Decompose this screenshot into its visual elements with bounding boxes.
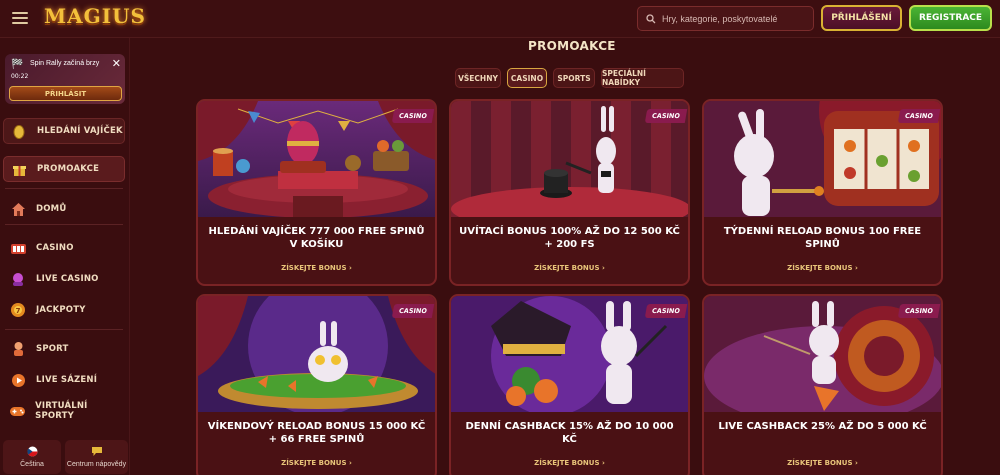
live-bet-icon [9,371,27,389]
card-title: TÝDENNÍ RELOAD BONUS 100 FREE SPINŮ [723,226,922,250]
sidebar-item-label: DOMŮ [36,204,67,214]
get-bonus-link[interactable]: ZÍSKEJTE BONUS › [704,459,941,467]
sidebar-item-label: SPORT [36,344,69,354]
page-title: PROMOAKCE [528,39,616,53]
logo[interactable]: MAGIUS [44,4,146,28]
sidebar-item-home[interactable]: DOMŮ [3,196,125,222]
cta-label: ZÍSKEJTE BONUS [281,459,347,467]
promo-card-live-cashback[interactable]: CASINO LIVE CASHBACK 25% AŽ DO 5 000 KČ … [702,294,943,475]
gamepad-icon [9,402,26,420]
sidebar-item-sport[interactable]: SPORT [3,336,125,362]
slot-icon [9,239,27,257]
card-title: HLEDÁNÍ VAJÍČEK 777 000 FREE SPINŮ V KOŠ… [208,226,425,250]
casino-tag: CASINO [897,304,941,318]
cta-label: ZÍSKEJTE BONUS [787,264,853,272]
menu-icon[interactable] [12,12,28,24]
svg-text:7: 7 [16,307,21,315]
login-button[interactable]: PŘIHLÁŠENÍ [821,5,902,31]
chevron-right-icon: › [348,459,352,467]
sidebar-item-casino[interactable]: CASINO [3,235,125,261]
chat-icon [91,446,103,459]
cta-label: ZÍSKEJTE BONUS [787,459,853,467]
filter-all[interactable]: VŠECHNY [455,68,501,88]
sidebar-item-label: LIVE CASINO [36,274,99,284]
chevron-right-icon: › [348,264,352,272]
register-button[interactable]: REGISTRACE [909,5,992,31]
sport-icon [9,340,27,358]
filter-special-offers[interactable]: SPECIÁLNÍ NABÍDKY [601,68,684,88]
card-title: DENNÍ CASHBACK 15% AŽ DO 10 000 KČ [465,421,674,445]
chevron-right-icon: › [854,264,858,272]
cta-label: ZÍSKEJTE BONUS [534,459,600,467]
casino-tag: CASINO [391,109,435,123]
banner-timer: 00:22 [11,73,29,80]
promo-card-egg-hunt[interactable]: CASINO HLEDÁNÍ VAJÍČEK 777 000 FREE SPIN… [196,99,437,286]
banner-title: Spin Rally začíná brzy [30,60,100,67]
search-icon [646,13,656,23]
sidebar-item-label: JACKPOTY [36,305,86,315]
card-title: VÍKENDOVÝ RELOAD BONUS 15 000 KČ + 66 FR… [207,421,426,445]
jackpot-icon: 7 [9,301,27,319]
sidebar-item-live-betting[interactable]: LIVE SÁZENÍ [3,367,125,393]
checkered-flag-icon: 🏁 [11,59,24,70]
chevron-right-icon: › [601,264,605,272]
sidebar-item-live-casino[interactable]: LIVE CASINO [3,266,125,292]
banner-login-button[interactable]: PŘIHLÁSIT [9,86,122,101]
casino-tag: CASINO [391,304,435,318]
card-title: UVÍTACÍ BONUS 100% AŽ DO 12 500 KČ + 200… [459,226,680,250]
get-bonus-link[interactable]: ZÍSKEJTE BONUS › [704,264,941,272]
sidebar-item-egg-hunt[interactable]: HLEDÁNÍ VAJÍČEK [3,118,125,144]
cta-label: ZÍSKEJTE BONUS [534,264,600,272]
get-bonus-link[interactable]: ZÍSKEJTE BONUS › [198,264,435,272]
language-selector[interactable]: Čeština [3,440,61,474]
help-center-button[interactable]: Centrum nápovědy [65,440,128,474]
top-bar: MAGIUS PŘIHLÁŠENÍ REGISTRACE [0,0,1000,38]
sidebar-item-label: LIVE SÁZENÍ [36,375,98,385]
help-label: Centrum nápovědy [66,461,127,468]
get-bonus-link[interactable]: ZÍSKEJTE BONUS › [198,459,435,467]
get-bonus-link[interactable]: ZÍSKEJTE BONUS › [451,459,688,467]
divider [5,188,123,189]
casino-tag: CASINO [644,304,688,318]
filter-sports[interactable]: SPORTS [553,68,595,88]
card-title: LIVE CASHBACK 25% AŽ DO 5 000 KČ [718,421,927,432]
divider [5,329,123,330]
close-icon[interactable]: ✕ [112,57,121,70]
gift-icon [10,160,28,178]
casino-tag: CASINO [644,109,688,123]
search-input[interactable] [662,13,802,24]
spin-rally-banner[interactable]: 🏁 Spin Rally začíná brzy 00:22 ✕ PŘIHLÁS… [5,54,125,104]
sidebar: 🏁 Spin Rally začíná brzy 00:22 ✕ PŘIHLÁS… [0,38,130,475]
sidebar-item-jackpots[interactable]: 7 JACKPOTY [3,297,125,323]
egg-icon [10,122,28,140]
home-icon [9,200,27,218]
sidebar-item-label: CASINO [36,243,74,253]
promo-card-daily-cashback[interactable]: CASINO DENNÍ CASHBACK 15% AŽ DO 10 000 K… [449,294,690,475]
sidebar-item-label: HLEDÁNÍ VAJÍČEK [37,126,123,136]
filter-casino[interactable]: CASINO [507,68,547,88]
chevron-right-icon: › [601,459,605,467]
promo-card-weekly-reload[interactable]: CASINO TÝDENNÍ RELOAD BONUS 100 FREE SPI… [702,99,943,286]
language-label: Čeština [20,461,44,468]
cta-label: ZÍSKEJTE BONUS [281,264,347,272]
live-icon [9,270,27,288]
sidebar-item-promotions[interactable]: PROMOAKCE [3,156,125,182]
sidebar-item-label: PROMOAKCE [37,164,100,174]
search-box[interactable] [637,6,814,31]
sidebar-item-label: VIRTUÁLNÍ SPORTY [35,401,88,421]
divider [5,224,123,225]
get-bonus-link[interactable]: ZÍSKEJTE BONUS › [451,264,688,272]
czech-flag-icon [27,446,38,459]
promo-card-welcome-bonus[interactable]: CASINO UVÍTACÍ BONUS 100% AŽ DO 12 500 K… [449,99,690,286]
promo-card-weekend-reload[interactable]: CASINO VÍKENDOVÝ RELOAD BONUS 15 000 KČ … [196,294,437,475]
chevron-right-icon: › [854,459,858,467]
sidebar-item-virtual-sports[interactable]: VIRTUÁLNÍ SPORTY [3,398,125,424]
casino-tag: CASINO [897,109,941,123]
